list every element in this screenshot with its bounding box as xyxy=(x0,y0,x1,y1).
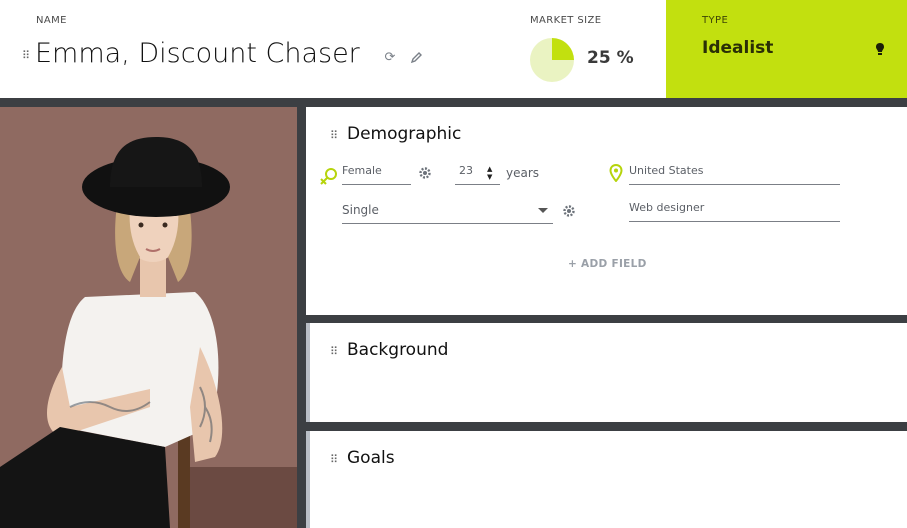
name-label: NAME xyxy=(36,15,67,26)
lightbulb-icon[interactable] xyxy=(874,42,886,58)
age-field[interactable]: 23 xyxy=(455,163,500,185)
market-size-pie xyxy=(530,38,574,82)
age-stepper[interactable]: ▲ ▼ xyxy=(487,165,492,181)
gender-icon xyxy=(320,168,337,185)
drag-handle-icon[interactable]: ⠿ xyxy=(22,50,30,61)
drag-handle-icon[interactable]: ⠿ xyxy=(330,454,338,465)
goals-title: Goals xyxy=(347,448,395,468)
persona-name[interactable]: Emma, Discount Chaser xyxy=(35,38,360,69)
type-label: TYPE xyxy=(702,15,729,26)
goals-card: ⠿ Goals xyxy=(306,431,907,528)
type-panel: TYPE Idealist xyxy=(666,0,907,98)
persona-header: NAME ⠿ Emma, Discount Chaser ⟳ MARKET SI… xyxy=(0,0,907,98)
refresh-icon[interactable]: ⟳ xyxy=(383,51,397,65)
map-pin-icon xyxy=(609,164,623,182)
pencil-icon[interactable] xyxy=(409,51,423,65)
country-field[interactable]: United States xyxy=(629,163,840,185)
job-field[interactable]: Web designer xyxy=(629,200,840,222)
demographic-card: ⠿ Demographic Female 23 ▲ ▼ years United … xyxy=(306,107,907,315)
persona-photo xyxy=(0,107,297,528)
gender-field[interactable]: Female xyxy=(342,163,411,185)
drag-handle-icon[interactable]: ⠿ xyxy=(330,130,338,141)
add-field-button[interactable]: + ADD FIELD xyxy=(568,258,647,270)
background-title: Background xyxy=(347,340,449,360)
drag-handle-icon[interactable]: ⠿ xyxy=(330,346,338,357)
gear-icon[interactable] xyxy=(418,166,432,180)
market-size-label: MARKET SIZE xyxy=(530,15,602,26)
gear-icon[interactable] xyxy=(562,204,576,218)
market-size-value: 25 % xyxy=(587,48,634,68)
demographic-title: Demographic xyxy=(347,124,462,144)
relationship-select[interactable]: Single xyxy=(342,202,553,224)
chevron-down-icon[interactable] xyxy=(538,208,548,213)
type-value[interactable]: Idealist xyxy=(702,38,773,58)
background-card: ⠿ Background xyxy=(306,323,907,422)
age-unit: years xyxy=(506,166,540,180)
